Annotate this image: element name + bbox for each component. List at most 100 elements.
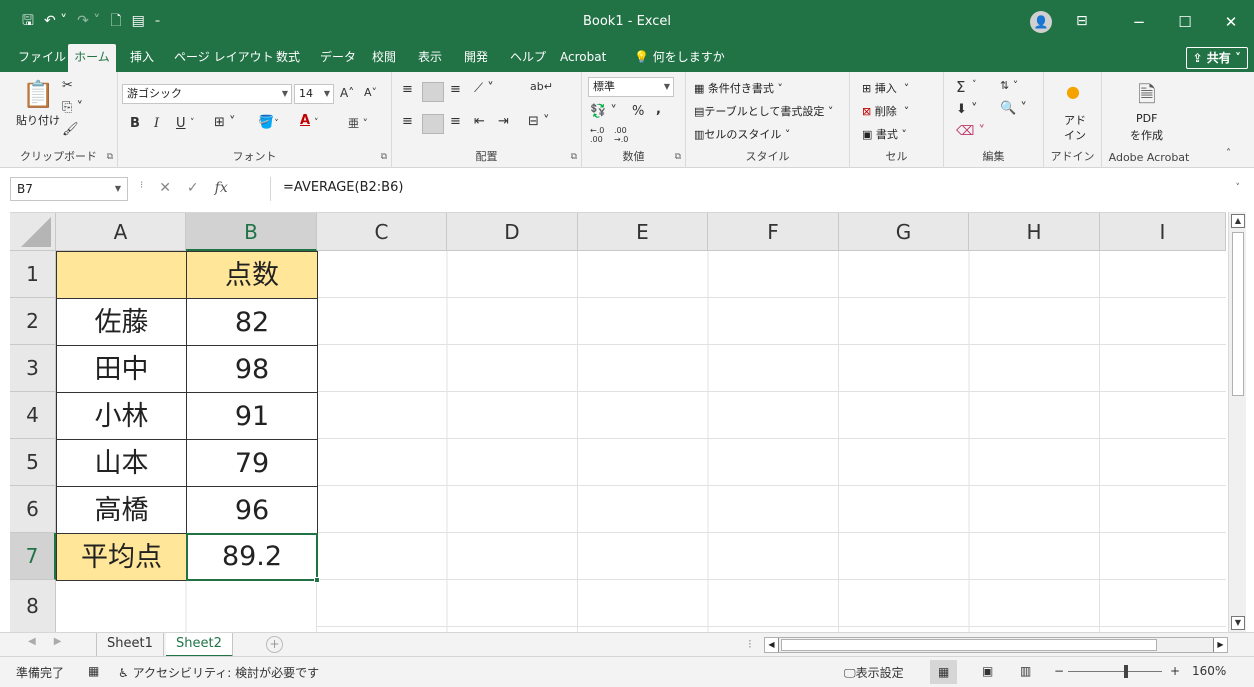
scroll-right-icon[interactable]: ▶ <box>1213 638 1227 652</box>
cell-a7[interactable]: 平均点 <box>56 533 187 581</box>
format-as-table-button[interactable]: ▤テーブルとして書式設定 ˅ <box>694 103 833 119</box>
increase-decimal-icon[interactable]: ←.0.00 <box>590 126 604 144</box>
row-header-8[interactable]: 8 <box>10 580 56 632</box>
expand-formula-icon[interactable]: ˅ <box>1236 177 1241 199</box>
minimize-button[interactable]: − <box>1116 0 1162 44</box>
percent-style-button[interactable]: % <box>632 104 644 119</box>
empty-row-8-area[interactable] <box>56 580 317 632</box>
close-button[interactable]: ✕ <box>1208 0 1254 44</box>
cell-a1[interactable] <box>56 251 187 299</box>
tab-splitter-icon[interactable]: ⁝ <box>748 637 752 651</box>
font-size-select[interactable]: 14 ▼ <box>294 84 334 104</box>
display-settings-button[interactable]: 🖵表示設定 <box>844 664 904 681</box>
tab-page-layout[interactable]: ページ レイアウト <box>170 44 278 72</box>
tab-insert[interactable]: 挿入 <box>126 44 158 72</box>
find-select-icon[interactable]: 🔍 ˅ <box>1000 101 1027 116</box>
tab-acrobat[interactable]: Acrobat <box>556 44 610 72</box>
addins-line2[interactable]: イン <box>1064 127 1086 143</box>
column-header-d[interactable]: D <box>447 213 578 251</box>
fill-handle[interactable] <box>314 577 320 583</box>
clipboard-launcher-icon[interactable]: ⧉ <box>107 152 113 162</box>
format-painter-icon[interactable]: 🖌 <box>62 122 79 137</box>
create-pdf-line2[interactable]: を作成 <box>1130 127 1163 143</box>
cut-icon[interactable]: ✂ <box>62 78 73 93</box>
ribbon-display-options-icon[interactable]: ⊟ <box>1076 13 1088 29</box>
fill-icon[interactable]: ⬇ ˅ <box>956 102 978 117</box>
cell-a4[interactable]: 小林 <box>56 392 187 440</box>
column-header-c[interactable]: C <box>317 213 447 251</box>
tab-developer[interactable]: 開発 <box>460 44 492 72</box>
zoom-in-button[interactable]: + <box>1170 664 1180 678</box>
tab-review[interactable]: 校閲 <box>368 44 400 72</box>
create-pdf-line1[interactable]: PDF <box>1136 112 1157 125</box>
vertical-scroll-thumb[interactable] <box>1232 232 1244 396</box>
conditional-formatting-button[interactable]: ▦ 条件付き書式 ˅ <box>694 80 783 96</box>
select-all-button[interactable] <box>10 213 56 251</box>
wrap-text-icon[interactable]: ab↵ <box>530 80 553 93</box>
vertical-scrollbar[interactable]: ▲ ▼ <box>1228 212 1246 632</box>
cell-a2[interactable]: 佐藤 <box>56 298 187 346</box>
tab-help[interactable]: ヘルプ <box>506 44 550 72</box>
scroll-left-icon[interactable]: ◀ <box>765 638 779 652</box>
alignment-launcher-icon[interactable]: ⧉ <box>571 152 577 162</box>
normal-view-icon[interactable]: ▦ <box>930 660 958 684</box>
underline-button[interactable]: U <box>176 116 186 131</box>
zoom-slider-track[interactable] <box>1068 671 1162 672</box>
addins-line1[interactable]: アド <box>1064 112 1086 128</box>
paste-button[interactable]: 貼り付け <box>16 112 60 128</box>
column-header-e[interactable]: E <box>578 213 708 251</box>
row-header-7[interactable]: 7 <box>10 533 56 580</box>
horizontal-scrollbar[interactable]: ◀ ▶ <box>764 637 1228 653</box>
addins-icon[interactable]: ● <box>1066 82 1080 101</box>
delete-cells-button[interactable]: ⊠ 削除 ˅ <box>862 103 909 119</box>
zoom-level[interactable]: 160% <box>1192 664 1226 678</box>
cell-a3[interactable]: 田中 <box>56 345 187 393</box>
format-cells-button[interactable]: ▣ 書式 ˅ <box>862 126 907 142</box>
page-break-view-icon[interactable]: ▥ <box>1020 664 1031 678</box>
column-header-b[interactable]: B <box>186 213 317 251</box>
cell-a5[interactable]: 山本 <box>56 439 187 487</box>
clear-icon[interactable]: ⌫ ˅ <box>956 124 985 139</box>
cell-b5[interactable]: 79 <box>186 439 318 487</box>
worksheet-grid[interactable]: A B C D E F G H I 1 2 3 4 5 6 7 8 点数 佐藤 … <box>10 212 1226 632</box>
align-left-icon[interactable]: ≡ <box>402 114 413 129</box>
row-header-3[interactable]: 3 <box>10 345 56 392</box>
cell-styles-button[interactable]: ▥セルのスタイル ˅ <box>694 126 790 142</box>
insert-function-icon[interactable]: fx <box>215 180 228 196</box>
paste-icon[interactable]: 📋 <box>22 80 54 110</box>
insert-cells-button[interactable]: ⊞ 挿入 ˅ <box>862 80 909 96</box>
tab-view[interactable]: 表示 <box>414 44 446 72</box>
tab-home[interactable]: ホーム <box>68 44 116 72</box>
tab-file[interactable]: ファイル <box>14 44 70 72</box>
add-sheet-icon[interactable]: + <box>266 636 283 653</box>
cell-a6[interactable]: 高橋 <box>56 486 187 534</box>
row-header-6[interactable]: 6 <box>10 486 56 533</box>
increase-indent-icon[interactable]: ⇥ <box>498 114 509 129</box>
decrease-indent-icon[interactable]: ⇤ <box>474 114 485 129</box>
share-button[interactable]: ⇪ 共有 ˅ <box>1185 47 1248 69</box>
font-color-dropdown-icon[interactable]: ˅ <box>314 118 319 128</box>
bold-button[interactable]: B <box>130 116 140 131</box>
formula-input[interactable]: =AVERAGE(B2:B6) ˅ <box>270 177 1246 201</box>
number-format-select[interactable]: 標準 ▼ <box>588 77 674 97</box>
row-header-4[interactable]: 4 <box>10 392 56 439</box>
cell-b4[interactable]: 91 <box>186 392 318 440</box>
column-header-g[interactable]: G <box>839 213 969 251</box>
align-bottom-icon[interactable]: ≡ <box>450 82 461 97</box>
shrink-font-button[interactable]: A˅ <box>364 86 377 99</box>
column-header-i[interactable]: I <box>1100 213 1226 251</box>
font-launcher-icon[interactable]: ⧉ <box>381 152 387 162</box>
accessibility-status[interactable]: ♿ アクセシビリティ: 検討が必要です <box>118 664 319 681</box>
row-header-2[interactable]: 2 <box>10 298 56 345</box>
align-right-icon[interactable]: ≡ <box>450 114 461 129</box>
phonetic-guide-icon[interactable]: 亜 ˅ <box>348 115 368 131</box>
cell-b7[interactable]: 89.2 <box>186 533 318 581</box>
fill-color-icon[interactable]: 🪣˅ <box>258 115 279 130</box>
accounting-format-icon[interactable]: 💱 ˅ <box>590 104 617 119</box>
tell-me-search[interactable]: 💡 何をしますか <box>630 44 729 72</box>
underline-dropdown-icon[interactable]: ˅ <box>190 118 195 128</box>
zoom-slider-thumb[interactable] <box>1124 665 1128 678</box>
font-color-button[interactable]: A <box>300 113 310 128</box>
italic-button[interactable]: I <box>154 116 159 131</box>
orientation-icon[interactable]: ⟋ ˅ <box>474 81 494 96</box>
